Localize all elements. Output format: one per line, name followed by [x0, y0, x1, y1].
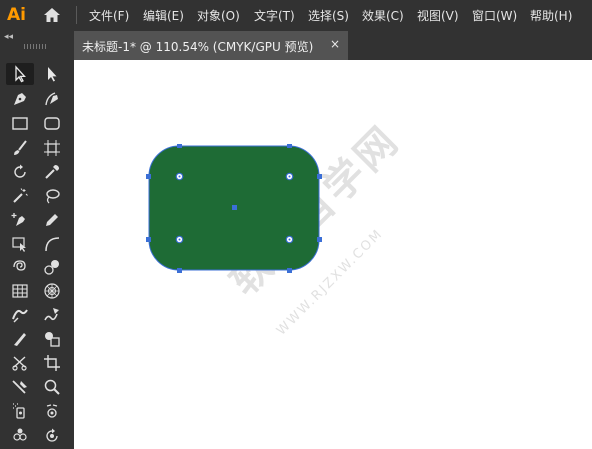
lasso-tool-icon — [46, 189, 60, 204]
eyedropper-tool-icon — [45, 165, 59, 179]
menu-bar: Ai 文件(F) 编辑(E) 对象(O) 文字(T) 选择(S) 效果(C) 视… — [0, 0, 592, 30]
slice-tool[interactable] — [6, 376, 34, 398]
menu-type[interactable]: 文字(T) — [254, 7, 295, 24]
spiral-tool-icon — [13, 260, 26, 271]
symbol-shifter-tool[interactable] — [38, 400, 66, 422]
symbol-scruncher-tool-icon — [13, 428, 27, 441]
shape-builder-tool[interactable] — [38, 328, 66, 350]
arc-tool[interactable] — [38, 233, 66, 255]
anchor-handle[interactable] — [146, 237, 151, 242]
magic-wand-tool[interactable] — [6, 185, 34, 207]
arc-tool-icon — [45, 237, 60, 252]
blend-tool[interactable] — [38, 256, 66, 278]
symbol-sprayer-tool[interactable] — [6, 400, 34, 422]
menu-window[interactable]: 窗口(W) — [472, 7, 517, 24]
rounded-rectangle-tool[interactable] — [38, 112, 66, 134]
symbol-scruncher-tool[interactable] — [6, 424, 34, 446]
blend-tool-icon — [44, 260, 59, 275]
zoom-tool[interactable] — [38, 376, 66, 398]
toolbar-grip-handle[interactable] — [24, 44, 48, 49]
symbol-spinner-tool[interactable] — [38, 424, 66, 446]
direct-selection-tool[interactable] — [38, 63, 66, 85]
menu-select[interactable]: 选择(S) — [308, 7, 349, 24]
shape-builder-tool-icon — [45, 332, 60, 347]
rectangle-tool-icon — [12, 117, 28, 130]
menu-help[interactable]: 帮助(H) — [530, 7, 572, 24]
lasso-tool[interactable] — [38, 185, 66, 207]
anchor-handle[interactable] — [177, 144, 182, 148]
selection-tool-icon — [15, 65, 26, 83]
polar-grid-tool-icon — [44, 283, 60, 299]
symbol-spinner-tool-icon — [46, 428, 58, 442]
menu-edit[interactable]: 编辑(E) — [143, 7, 184, 24]
menu-view[interactable]: 视图(V) — [417, 7, 459, 24]
scissors-tool-icon — [12, 356, 27, 371]
eyedropper-tool[interactable] — [38, 161, 66, 183]
selected-shape[interactable] — [144, 144, 326, 276]
anchor-handle[interactable] — [317, 174, 322, 179]
grid-tool-icon — [12, 284, 28, 298]
rotate-tool[interactable] — [6, 161, 34, 183]
polar-grid-tool[interactable] — [38, 280, 66, 302]
tools-panel — [0, 60, 74, 449]
menu-object[interactable]: 对象(O) — [197, 7, 240, 24]
crop-tool-icon — [44, 355, 60, 371]
free-transform-tool[interactable] — [6, 233, 34, 255]
pencil-tool[interactable] — [38, 209, 66, 231]
rounded-rectangle-tool-icon — [44, 117, 60, 130]
document-tab[interactable]: 未标题-1* @ 110.54% (CMYK/GPU 预览) × — [74, 31, 348, 60]
anchor-handle[interactable] — [177, 268, 182, 273]
menu-divider — [76, 6, 77, 24]
pencil-tool-icon — [46, 214, 58, 226]
anchor-handle[interactable] — [287, 268, 292, 273]
rotate-tool-icon — [14, 164, 26, 178]
warp-tool-icon — [44, 308, 59, 321]
anchor-handle[interactable] — [317, 237, 322, 242]
home-icon[interactable] — [42, 6, 62, 24]
knife-tool[interactable] — [6, 328, 34, 350]
menu-effect[interactable]: 效果(C) — [362, 7, 404, 24]
scissors-tool[interactable] — [6, 352, 34, 374]
anchor-add-tool-icon — [11, 213, 25, 226]
direct-selection-tool-icon — [48, 67, 57, 82]
width-tool[interactable] — [6, 304, 34, 326]
center-point — [232, 205, 237, 210]
collapse-toolbar-button[interactable]: ◂◂ — [4, 32, 13, 42]
paintbrush-tool[interactable] — [6, 137, 34, 159]
artboard-tool[interactable] — [38, 137, 66, 159]
slice-tool-icon — [12, 380, 27, 394]
menu-file[interactable]: 文件(F) — [89, 7, 129, 24]
anchor-handle[interactable] — [146, 174, 151, 179]
magic-wand-tool-icon — [13, 188, 28, 203]
pen-tool-icon — [14, 93, 26, 105]
rectangle-tool[interactable] — [6, 112, 34, 134]
zoom-tool-icon — [44, 379, 60, 395]
crop-tool[interactable] — [38, 352, 66, 374]
grid-tool[interactable] — [6, 280, 34, 302]
artboard-tool-icon — [44, 140, 60, 156]
spiral-tool[interactable] — [6, 256, 34, 278]
pen-tool[interactable] — [6, 88, 34, 110]
anchor-add-tool[interactable] — [6, 209, 34, 231]
curvature-tool-icon — [45, 92, 58, 106]
paintbrush-tool-icon — [14, 140, 27, 155]
selection-tool[interactable] — [6, 63, 34, 85]
knife-tool-icon — [14, 333, 26, 346]
symbol-shifter-tool-icon — [46, 404, 58, 418]
width-tool-icon — [12, 309, 28, 323]
warp-tool[interactable] — [38, 304, 66, 326]
app-logo: Ai — [7, 5, 26, 25]
free-transform-tool-icon — [12, 237, 26, 252]
anchor-handle[interactable] — [287, 144, 292, 148]
curvature-tool[interactable] — [38, 88, 66, 110]
symbol-sprayer-tool-icon — [13, 403, 25, 419]
close-tab-icon[interactable]: × — [330, 37, 340, 51]
document-tab-title: 未标题-1* @ 110.54% (CMYK/GPU 预览) — [82, 40, 314, 54]
artboard-canvas[interactable]: 软件自学网 WWW.RJZXW.COM — [74, 60, 592, 449]
